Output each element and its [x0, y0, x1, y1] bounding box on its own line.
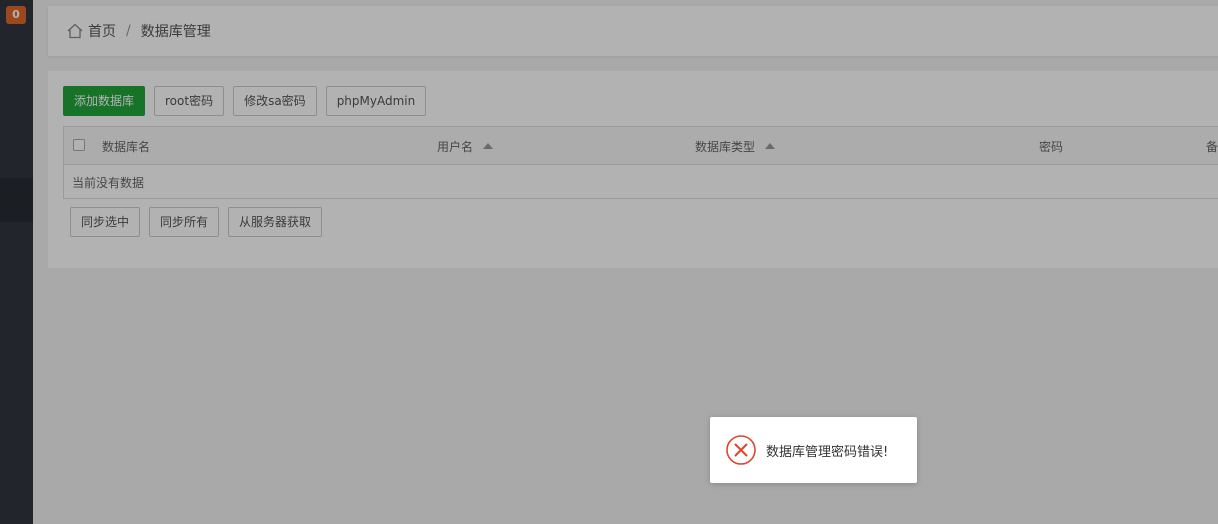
- error-toast: 数据库管理密码错误!: [710, 417, 917, 483]
- modal-overlay: [0, 0, 1218, 524]
- error-circle-icon: [726, 435, 756, 465]
- error-message: 数据库管理密码错误!: [766, 444, 889, 460]
